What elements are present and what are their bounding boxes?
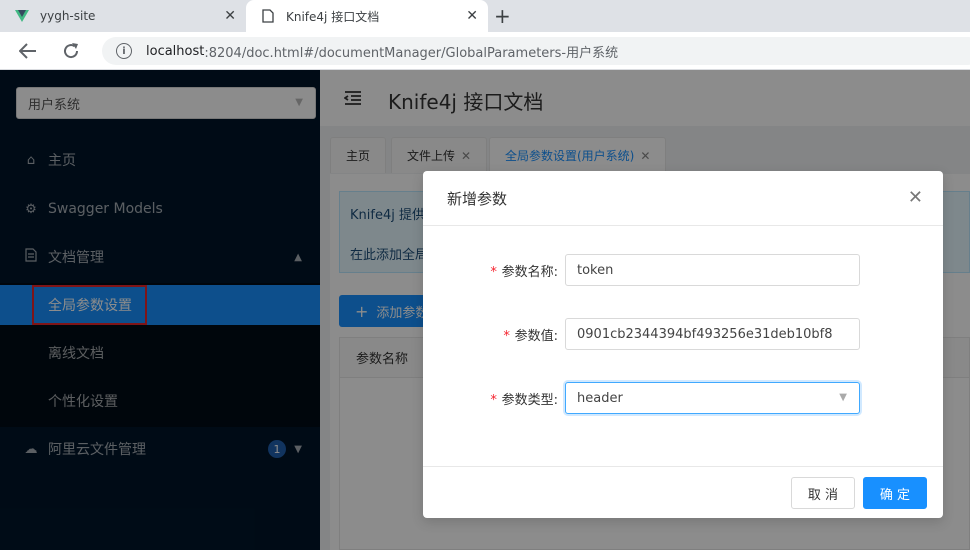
vue-logo-icon — [14, 8, 30, 24]
field-label: * 参数类型: — [489, 393, 558, 408]
param-name-input[interactable]: token — [565, 254, 860, 286]
close-icon[interactable]: ✕ — [466, 8, 478, 24]
form-row-param-name: * 参数名称: token — [423, 254, 943, 286]
modal-header: 新增参数 — [423, 171, 943, 226]
confirm-button[interactable]: 确 定 — [863, 477, 927, 509]
url-host: localhost — [146, 43, 205, 59]
new-tab-icon[interactable]: + — [494, 4, 511, 28]
close-icon[interactable]: ✕ — [908, 187, 923, 209]
url-path: :8204/doc.html#/documentManager/GlobalPa… — [204, 45, 619, 61]
chevron-down-icon: ▼ — [839, 392, 847, 403]
form-row-param-value: * 参数值: 0901cb2344394bf493256e31deb10bf8 — [423, 318, 943, 350]
reload-icon[interactable] — [60, 40, 82, 62]
param-value-input[interactable]: 0901cb2344394bf493256e31deb10bf8 — [565, 318, 860, 350]
browser-tab-knife4j[interactable]: Knife4j 接口文档 ✕ — [246, 0, 488, 32]
address-bar: i localhost:8204/doc.html#/documentManag… — [0, 32, 970, 70]
url-field[interactable]: i localhost:8204/doc.html#/documentManag… — [102, 37, 970, 65]
cancel-button[interactable]: 取 消 — [791, 477, 855, 509]
field-label: * 参数值: — [502, 329, 558, 344]
close-icon[interactable]: ✕ — [224, 8, 236, 24]
browser-tab-title: Knife4j 接口文档 — [286, 9, 380, 24]
field-label: * 参数名称: — [489, 265, 558, 280]
browser-tab-strip: yygh-site ✕ Knife4j 接口文档 ✕ + — [0, 0, 970, 32]
form-row-param-type: * 参数类型: header ▼ — [423, 382, 943, 414]
back-arrow-icon[interactable] — [17, 40, 39, 62]
modal-footer: 取 消 确 定 — [423, 466, 943, 518]
page-icon — [260, 8, 276, 24]
param-type-select[interactable]: header ▼ — [565, 382, 860, 414]
modal-title: 新增参数 — [447, 189, 508, 208]
add-param-modal: 新增参数 ✕ * 参数名称: token * 参数值: 0901cb2344394b… — [423, 171, 943, 518]
info-icon[interactable]: i — [116, 43, 132, 59]
browser-tab-title: yygh-site — [40, 9, 96, 23]
browser-tab-yygh[interactable]: yygh-site ✕ — [0, 0, 246, 32]
